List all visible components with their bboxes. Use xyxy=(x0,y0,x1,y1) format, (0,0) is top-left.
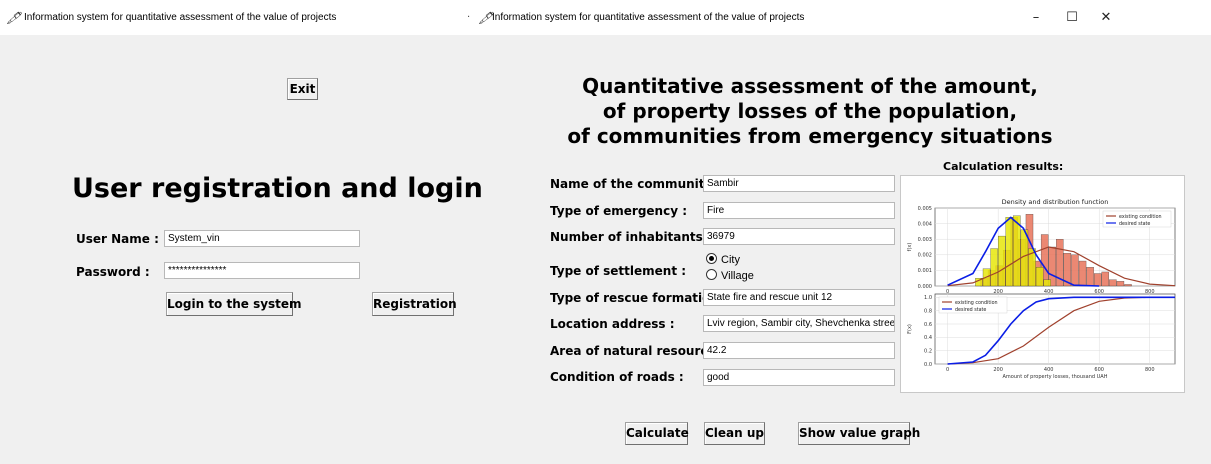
y-tick-label: 0.6 xyxy=(924,322,932,328)
roads-label: Condition of roads : xyxy=(550,370,684,384)
histogram-bar xyxy=(1043,279,1051,287)
left-window-title: Information system for quantitative asse… xyxy=(24,12,337,23)
calculate-button[interactable]: Calculate xyxy=(625,422,689,445)
assessment-heading-line3: of communities from emergency situations xyxy=(567,124,1053,148)
username-input[interactable]: System_vin xyxy=(164,230,360,247)
histogram-bar xyxy=(1124,284,1132,287)
inhabitants-label: Number of inhabitants : xyxy=(550,230,712,244)
community-label: Name of the community : xyxy=(550,177,722,191)
y-tick-label: 0.001 xyxy=(918,268,932,274)
registration-button[interactable]: Registration xyxy=(372,292,457,316)
results-label: Calculation results: xyxy=(943,160,1064,173)
histogram-bar xyxy=(998,235,1006,287)
login-heading: User registration and login xyxy=(72,173,483,204)
legend-label: desired state xyxy=(1119,221,1150,227)
settlement-village-label: Village xyxy=(721,270,754,282)
inhabitants-input[interactable]: 36979 xyxy=(703,228,895,245)
natural-resources-input[interactable]: 42.2 xyxy=(703,342,895,359)
address-input[interactable]: Lviv region, Sambir city, Shevchenka str… xyxy=(703,315,895,332)
histogram-bar xyxy=(1116,281,1125,287)
histogram-bar xyxy=(1071,254,1079,287)
rescue-formation-label: Type of rescue formation : xyxy=(550,291,728,305)
clean-up-button[interactable]: Clean up xyxy=(704,422,765,445)
username-label: User Name : xyxy=(76,232,159,246)
maximize-icon[interactable]: ☐ xyxy=(1062,8,1082,28)
y-axis-label: F(x) xyxy=(907,324,913,334)
x-tick-label: 400 xyxy=(1044,367,1054,373)
histogram-bar xyxy=(1086,267,1094,287)
x-tick-label: 0 xyxy=(946,367,949,373)
assessment-heading-line2: of property losses of the population, xyxy=(602,99,1018,123)
y-tick-label: 1.0 xyxy=(924,295,932,301)
exit-button[interactable]: Exit xyxy=(287,78,318,100)
password-label: Password : xyxy=(76,265,150,279)
minimize-icon[interactable]: – xyxy=(1026,8,1046,28)
x-tick-label: 200 xyxy=(993,367,1003,373)
community-input[interactable]: Sambir xyxy=(703,175,895,192)
settlement-village-radio[interactable]: Village xyxy=(706,269,754,282)
y-axis-label: f(x) xyxy=(907,243,913,252)
results-charts: 0 200 400 600 800 0.000 0.001 0.002 0.003 0.004 0.… xyxy=(907,198,1176,380)
y-tick-label: 0.004 xyxy=(918,221,932,227)
password-input[interactable]: *************** xyxy=(164,262,360,279)
emergency-input[interactable]: Fire xyxy=(703,202,895,219)
results-panel: 0 200 400 600 800 0.000 0.001 0.002 0.003 0.004 0.… xyxy=(900,175,1185,393)
assessment-heading: Quantitative assessment of the amount, o… xyxy=(540,74,1080,149)
histogram-bar xyxy=(1078,260,1087,287)
histogram-bar xyxy=(1101,271,1109,287)
y-tick-label: 0.000 xyxy=(918,284,932,290)
y-tick-label: 0.002 xyxy=(918,253,932,259)
histogram-bar xyxy=(1109,279,1117,287)
feather-icon: 🖋 xyxy=(6,11,22,25)
y-tick-label: 0.0 xyxy=(924,362,932,368)
login-button[interactable]: Login to the system xyxy=(166,292,302,316)
radio-selected-icon xyxy=(706,253,717,264)
y-tick-label: 0.8 xyxy=(924,308,932,314)
right-window-title: Information system for quantitative asse… xyxy=(492,12,805,23)
feather-icon: 🖋 xyxy=(478,11,494,25)
settlement-label: Type of settlement : xyxy=(550,264,687,278)
histogram-bar xyxy=(1094,273,1102,287)
settlement-city-radio[interactable]: City xyxy=(706,253,740,266)
histogram-bar xyxy=(1013,215,1021,287)
emergency-label: Type of emergency : xyxy=(550,204,688,218)
x-axis-label: Amount of property losses, thousand UAH xyxy=(1003,374,1108,380)
legend-label: existing condition xyxy=(955,300,998,306)
assessment-heading-line1: Quantitative assessment of the amount, xyxy=(582,74,1038,98)
radio-unselected-icon xyxy=(706,269,717,280)
x-tick-label: 600 xyxy=(1094,367,1104,373)
histogram-bar xyxy=(1035,267,1044,287)
right-window-titlebar: · 🖋 Information system for quantitative … xyxy=(462,0,1211,35)
settlement-city-label: City xyxy=(721,254,740,266)
legend-label: existing condition xyxy=(1119,214,1162,220)
show-value-graph-button[interactable]: Show value graph xyxy=(798,422,920,445)
y-tick-label: 0.2 xyxy=(924,348,932,354)
histogram-bar xyxy=(990,248,998,287)
histogram-bar xyxy=(1005,217,1013,287)
close-icon[interactable]: ✕ xyxy=(1096,8,1116,28)
y-tick-label: 0.003 xyxy=(918,237,932,243)
legend-label: desired state xyxy=(955,307,986,313)
address-label: Location address : xyxy=(550,317,675,331)
separator-dot-icon: · xyxy=(467,12,471,23)
x-tick-label: 800 xyxy=(1145,367,1155,373)
left-window-titlebar: 🖋 Information system for quantitative as… xyxy=(0,0,462,35)
roads-input[interactable]: good xyxy=(703,369,895,386)
rescue-formation-input[interactable]: State fire and rescue unit 12 xyxy=(703,289,895,306)
y-tick-label: 0.4 xyxy=(924,335,932,341)
y-tick-label: 0.005 xyxy=(918,206,932,212)
chart-title: Density and distribution function xyxy=(1002,198,1109,206)
